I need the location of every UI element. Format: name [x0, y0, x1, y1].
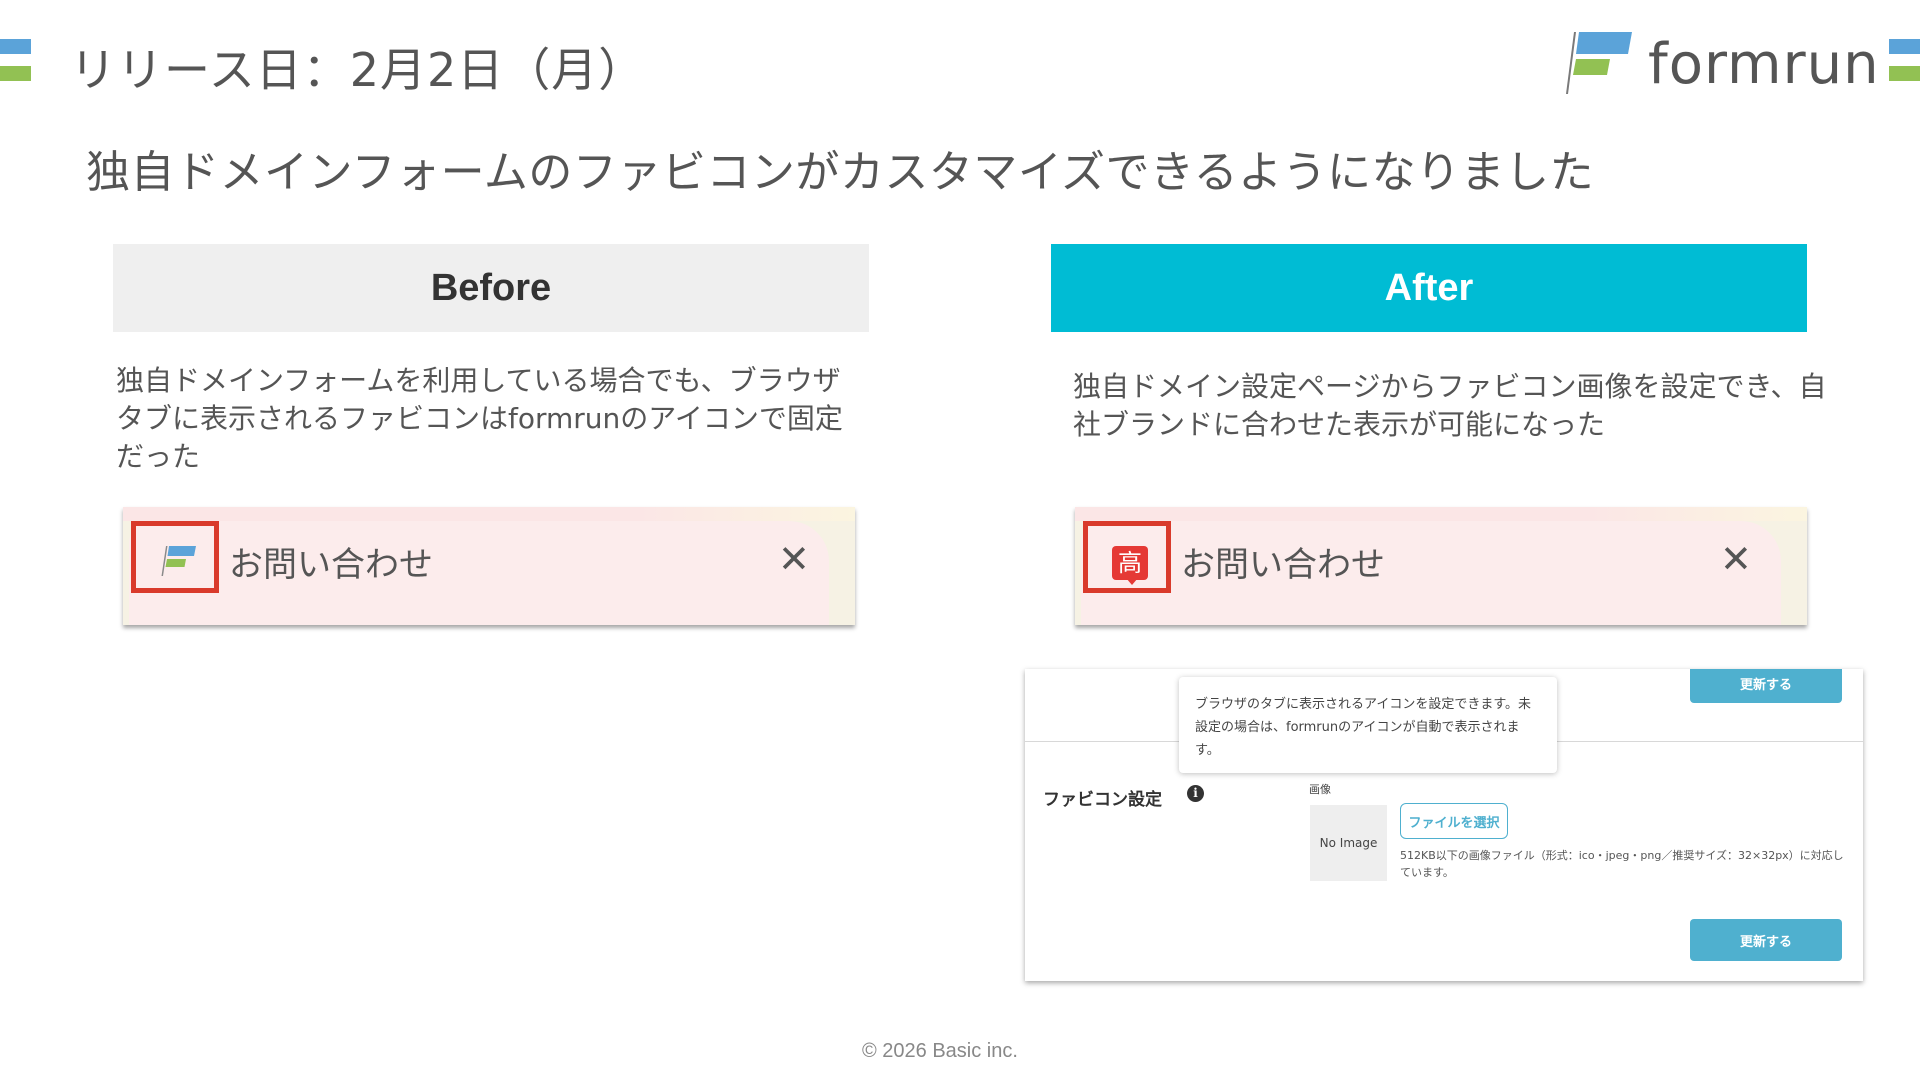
- close-icon[interactable]: ✕: [778, 537, 810, 581]
- corner-accent-green-left: [0, 66, 31, 81]
- info-icon[interactable]: i: [1187, 785, 1204, 802]
- image-preview-placeholder: No Image: [1310, 805, 1387, 881]
- before-browser-tab: お問い合わせ ✕: [123, 507, 855, 625]
- favicon-settings-panel: 更新する ブラウザのタブに表示されるアイコンを設定できます。未設定の場合は、fo…: [1025, 669, 1863, 981]
- brand-name: formrun: [1648, 32, 1880, 97]
- tab-title: お問い合わせ: [229, 545, 433, 585]
- release-date: リリース日：2月2日（月）: [70, 43, 646, 97]
- favicon-highlight-box: [131, 521, 219, 593]
- update-button-bottom[interactable]: 更新する: [1690, 919, 1842, 961]
- image-label: 画像: [1309, 783, 1331, 796]
- after-description: 独自ドメイン設定ページからファビコン画像を設定でき、自社ブランドに合わせた表示が…: [1073, 370, 1827, 441]
- tab-top-strip: [1075, 507, 1807, 521]
- corner-accent-blue-left: [0, 39, 31, 54]
- custom-brand-icon: 高: [1112, 546, 1148, 580]
- update-button-top[interactable]: 更新する: [1690, 669, 1842, 703]
- choose-file-button[interactable]: ファイルを選択: [1400, 803, 1508, 839]
- after-browser-tab: 高 お問い合わせ ✕: [1075, 507, 1807, 625]
- favicon-tooltip: ブラウザのタブに表示されるアイコンを設定できます。未設定の場合は、formrun…: [1179, 677, 1557, 773]
- copyright: © 2026 Basic inc.: [862, 1040, 1018, 1062]
- before-header: Before: [113, 244, 869, 332]
- close-icon[interactable]: ✕: [1720, 537, 1752, 581]
- formrun-logo-icon: [161, 546, 196, 576]
- brand-logo: formrun: [1562, 28, 1902, 98]
- tab-top-strip: [123, 507, 855, 521]
- favicon-highlight-box: 高: [1083, 521, 1171, 593]
- file-requirements-note: 512KB以下の画像ファイル（形式：ico・jpeg・png／推奨サイズ：32×…: [1400, 849, 1844, 879]
- favicon-setting-label: ファビコン設定: [1043, 790, 1162, 810]
- headline: 独自ドメインフォームのファビコンがカスタマイズできるようになりました: [86, 147, 1595, 198]
- after-header: After: [1051, 244, 1807, 332]
- custom-brand-icon-tail: [1126, 578, 1138, 585]
- formrun-logo-icon: [1566, 32, 1632, 94]
- before-description: 独自ドメインフォームを利用している場合でも、ブラウザタブに表示されるファビコンは…: [116, 364, 843, 473]
- tab-title: お問い合わせ: [1181, 545, 1385, 585]
